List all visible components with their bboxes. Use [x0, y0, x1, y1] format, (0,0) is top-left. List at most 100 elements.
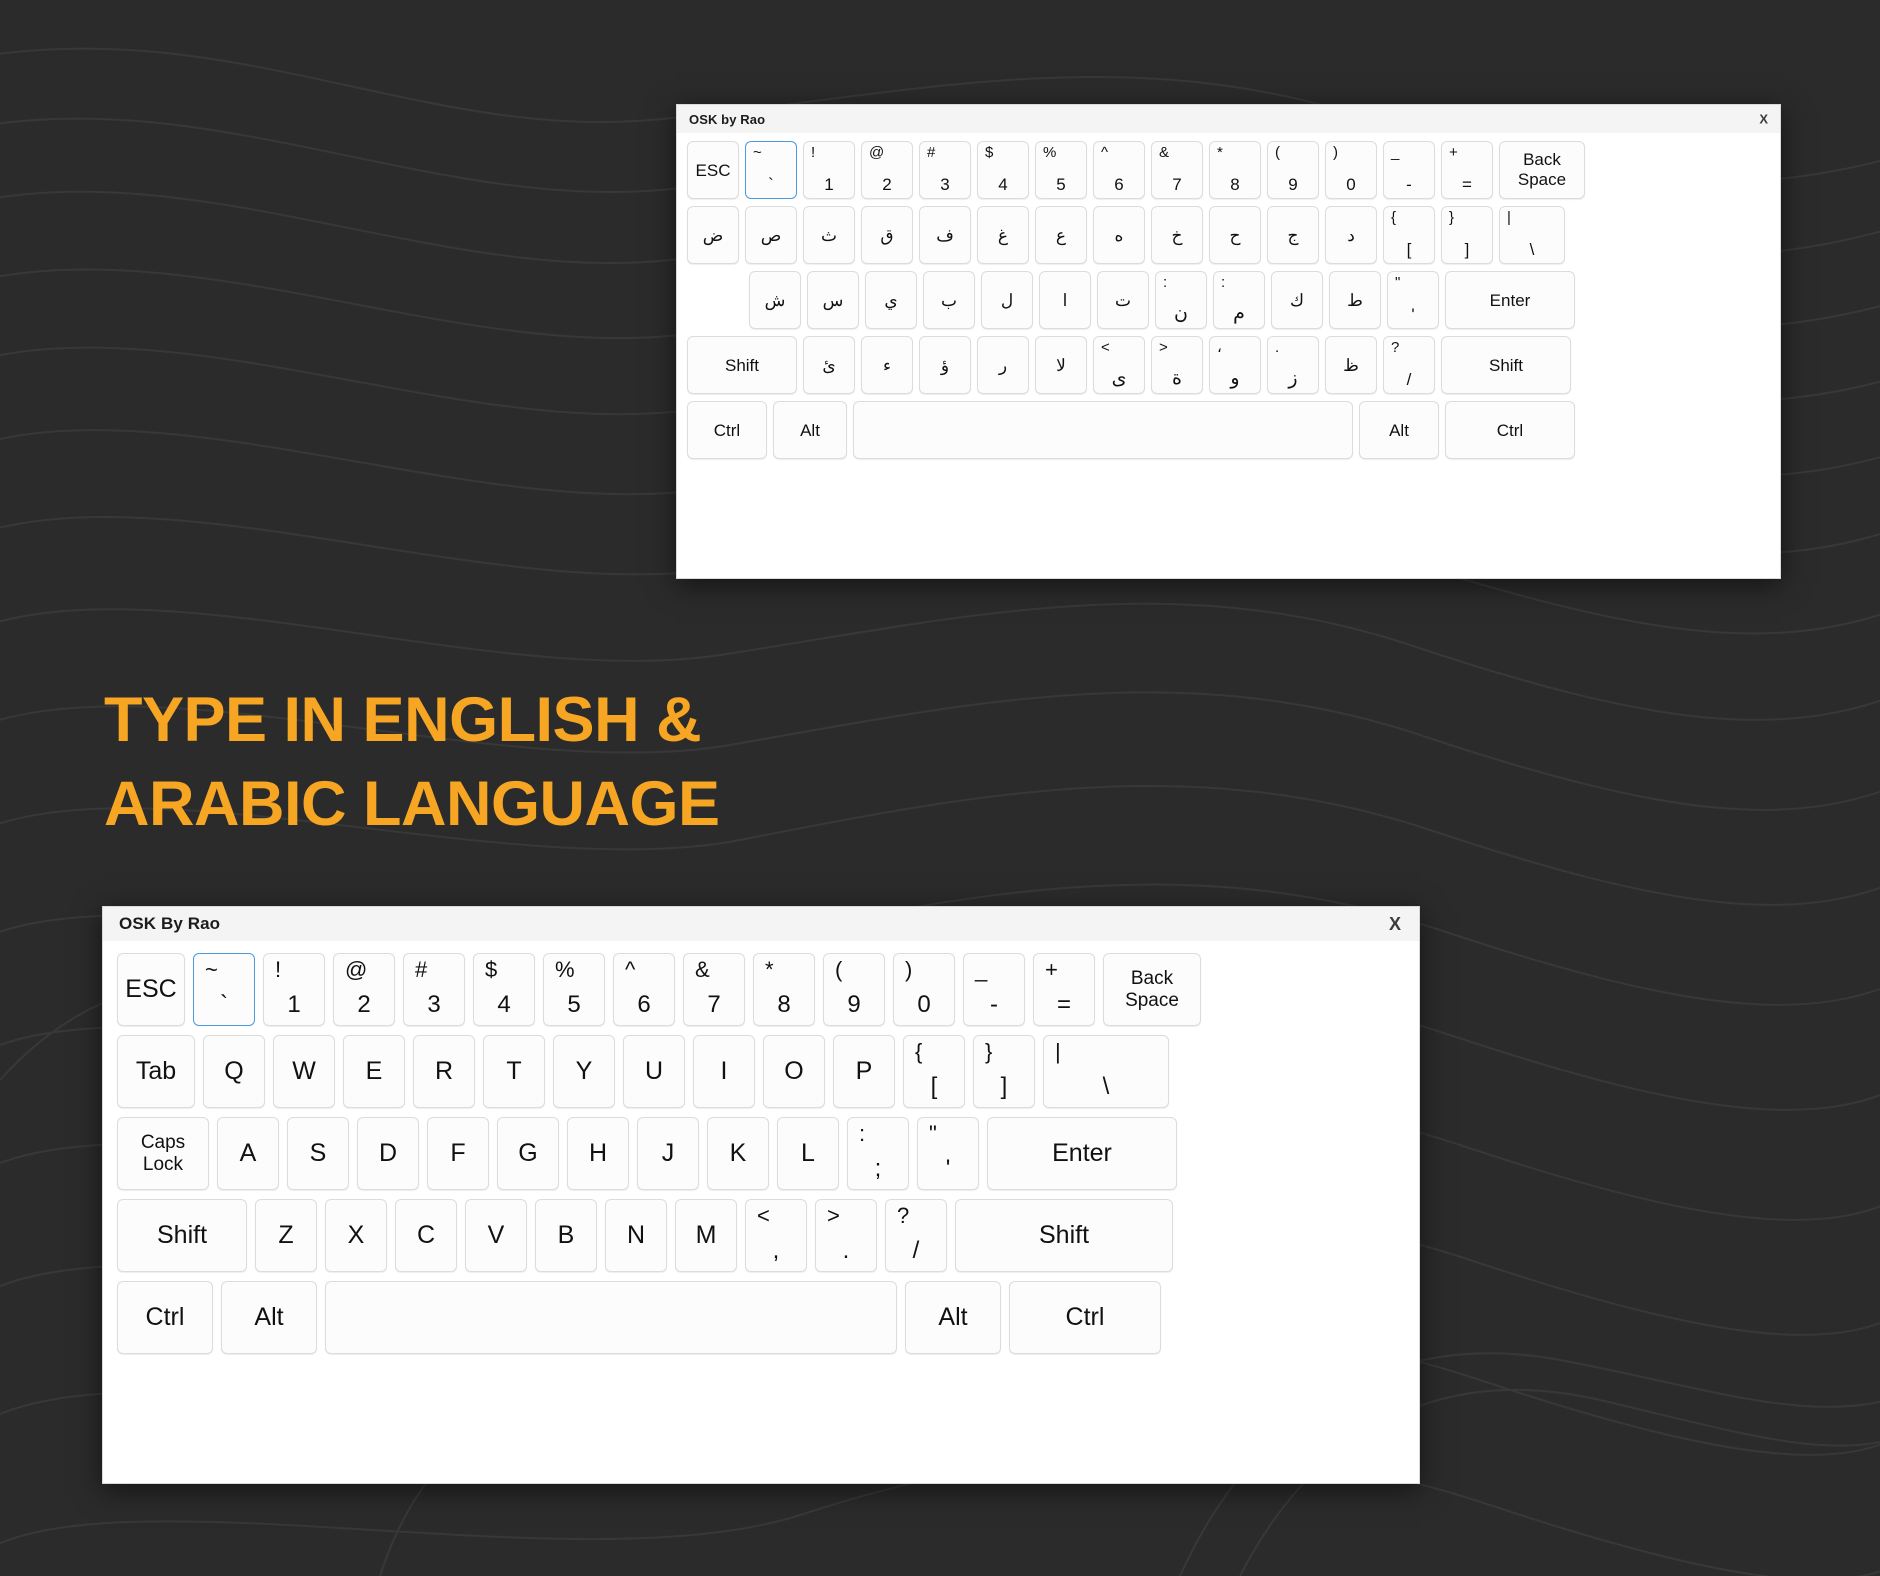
key-backtick[interactable]: ~ ` [745, 141, 797, 199]
key-key-r[interactable]: R [413, 1035, 475, 1108]
key-equals[interactable]: + = [1441, 141, 1493, 199]
key-bracket-right[interactable]: }] [973, 1035, 1035, 1108]
close-icon[interactable]: X [1759, 113, 1768, 126]
key-ar-hamza[interactable]: ء [861, 336, 913, 394]
key-shift-right[interactable]: Shift [955, 1199, 1173, 1272]
key-digit-3[interactable]: #3 [919, 141, 971, 199]
key-minus[interactable]: _ - [963, 953, 1025, 1026]
key-slash[interactable]: ? / [1383, 336, 1435, 394]
key-digit-7[interactable]: & 7 [683, 953, 745, 1026]
key-alt-left[interactable]: Alt [773, 401, 847, 459]
key-digit-5[interactable]: % 5 [543, 953, 605, 1026]
key-equals[interactable]: + = [1033, 953, 1095, 1026]
key-digit-6[interactable]: ^ 6 [1093, 141, 1145, 199]
key-backtick[interactable]: ~ ` [193, 953, 255, 1026]
key-key-c[interactable]: C [395, 1199, 457, 1272]
key-ar-tha[interactable]: ث [803, 206, 855, 264]
key-key-x[interactable]: X [325, 1199, 387, 1272]
key-ar-qaf[interactable]: ق [861, 206, 913, 264]
key-ar-tah[interactable]: ط [1329, 271, 1381, 329]
key-space[interactable] [853, 401, 1353, 459]
key-ctrl-right[interactable]: Ctrl [1445, 401, 1575, 459]
key-key-y[interactable]: Y [553, 1035, 615, 1108]
key-key-m[interactable]: M [675, 1199, 737, 1272]
key-key-h[interactable]: H [567, 1117, 629, 1190]
key-ar-ba[interactable]: ب [923, 271, 975, 329]
key-ar-noon[interactable]: :ن [1155, 271, 1207, 329]
key-key-o[interactable]: O [763, 1035, 825, 1108]
key-shift-left[interactable]: Shift [687, 336, 797, 394]
key-digit-9[interactable]: (9 [1267, 141, 1319, 199]
key-minus[interactable]: _ - [1383, 141, 1435, 199]
key-digit-1[interactable]: ! 1 [263, 953, 325, 1026]
key-digit-5[interactable]: % 5 [1035, 141, 1087, 199]
key-ar-ra[interactable]: ر [977, 336, 1029, 394]
key-key-d[interactable]: D [357, 1117, 419, 1190]
key-alt-left[interactable]: Alt [221, 1281, 317, 1354]
key-ar-ain[interactable]: ع [1035, 206, 1087, 264]
key-ar-zah[interactable]: ظ [1325, 336, 1377, 394]
key-quote[interactable]: " ' [1387, 271, 1439, 329]
key-ar-lam[interactable]: ل [981, 271, 1033, 329]
key-key-q[interactable]: Q [203, 1035, 265, 1108]
key-esc[interactable]: ESC [687, 141, 739, 199]
key-enter[interactable]: Enter [987, 1117, 1177, 1190]
key-key-w[interactable]: W [273, 1035, 335, 1108]
key-bracket-left[interactable]: {[ [1383, 206, 1435, 264]
key-ar-zain[interactable]: .ز [1267, 336, 1319, 394]
key-shift-right[interactable]: Shift [1441, 336, 1571, 394]
key-key-g[interactable]: G [497, 1117, 559, 1190]
key-digit-9[interactable]: (9 [823, 953, 885, 1026]
close-icon[interactable]: X [1389, 915, 1401, 933]
key-key-b[interactable]: B [535, 1199, 597, 1272]
key-digit-2[interactable]: @2 [861, 141, 913, 199]
key-key-k[interactable]: K [707, 1117, 769, 1190]
key-digit-1[interactable]: ! 1 [803, 141, 855, 199]
key-key-f[interactable]: F [427, 1117, 489, 1190]
key-ar-ta[interactable]: ت [1097, 271, 1149, 329]
key-ar-waw[interactable]: ، و [1209, 336, 1261, 394]
key-digit-4[interactable]: $4 [473, 953, 535, 1026]
key-key-n[interactable]: N [605, 1199, 667, 1272]
key-caps-lock[interactable]: Caps Lock [117, 1117, 209, 1190]
key-tab[interactable]: Tab [117, 1035, 195, 1108]
key-digit-0[interactable]: ) 0 [893, 953, 955, 1026]
key-ar-alef-maqsura[interactable]: < ى [1093, 336, 1145, 394]
key-ar-ha[interactable]: ه [1093, 206, 1145, 264]
key-key-z[interactable]: Z [255, 1199, 317, 1272]
key-ar-hah[interactable]: ح [1209, 206, 1261, 264]
key-ar-ya[interactable]: ي [865, 271, 917, 329]
key-bracket-left[interactable]: {[ [903, 1035, 965, 1108]
key-esc[interactable]: ESC [117, 953, 185, 1026]
key-key-i[interactable]: I [693, 1035, 755, 1108]
key-ar-dal[interactable]: د [1325, 206, 1377, 264]
key-digit-4[interactable]: $4 [977, 141, 1029, 199]
key-enter[interactable]: Enter [1445, 271, 1575, 329]
key-digit-2[interactable]: @2 [333, 953, 395, 1026]
key-key-u[interactable]: U [623, 1035, 685, 1108]
key-key-t[interactable]: T [483, 1035, 545, 1108]
key-key-s[interactable]: S [287, 1117, 349, 1190]
key-semicolon[interactable]: :; [847, 1117, 909, 1190]
key-ar-lam-alef[interactable]: لا [1035, 336, 1087, 394]
key-key-v[interactable]: V [465, 1199, 527, 1272]
key-quote[interactable]: " ' [917, 1117, 979, 1190]
key-ar-fa[interactable]: ف [919, 206, 971, 264]
key-backspace[interactable]: Back Space [1499, 141, 1585, 199]
key-key-j[interactable]: J [637, 1117, 699, 1190]
key-ar-waw-hamza[interactable]: ؤ [919, 336, 971, 394]
key-ar-yeh-hamza[interactable]: ئ [803, 336, 855, 394]
key-ar-kaf[interactable]: ك [1271, 271, 1323, 329]
key-ar-ghain[interactable]: غ [977, 206, 1029, 264]
key-digit-6[interactable]: ^ 6 [613, 953, 675, 1026]
key-key-l[interactable]: L [777, 1117, 839, 1190]
key-ar-sad[interactable]: ص [745, 206, 797, 264]
key-key-p[interactable]: P [833, 1035, 895, 1108]
key-ar-kha[interactable]: خ [1151, 206, 1203, 264]
key-comma[interactable]: <, [745, 1199, 807, 1272]
key-ar-alef[interactable]: ا [1039, 271, 1091, 329]
key-alt-right[interactable]: Alt [1359, 401, 1439, 459]
key-ar-meem[interactable]: :م [1213, 271, 1265, 329]
key-digit-8[interactable]: * 8 [753, 953, 815, 1026]
key-space[interactable] [325, 1281, 897, 1354]
